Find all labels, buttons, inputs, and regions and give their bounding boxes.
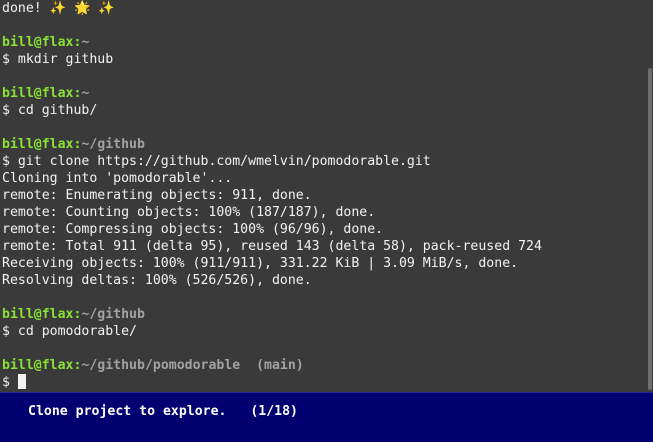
input-prompt-symbol: $ [2,375,18,390]
status-message: Clone project to explore. [28,404,227,419]
output-line: Resolving deltas: 100% (526/526), done. [2,273,312,288]
shell-prompt: bill@flax:~ [2,35,90,50]
tutorial-status-bar: Clone project to explore. (1/18) [0,392,653,442]
command-line: $ git clone https://github.com/wmelvin/p… [2,154,431,169]
prompt-user-host: bill@flax [2,35,74,50]
scrollbar-thumb[interactable] [648,68,652,390]
text-cursor [17,374,26,389]
command-line: $ cd github/ [2,103,98,118]
shell-prompt: bill@flax:~/github [2,137,145,152]
output-line: Receiving objects: 100% (911/911), 331.2… [2,256,519,271]
terminal-scrollbar[interactable] [647,0,653,392]
prompt-path: ~/github [81,307,145,322]
command-input-line[interactable]: $ [2,374,653,391]
prompt-git-branch: (main) [240,358,304,373]
shell-prompt: bill@flax:~/github/pomodorable (main) [2,358,304,373]
prompt-user-host: bill@flax [2,86,74,101]
shell-prompt: bill@flax:~/github [2,307,145,322]
shell-prompt: bill@flax:~ [2,86,90,101]
terminal-output[interactable]: done! ✨ 🌟 ✨ bill@flax:~ $ mkdir github bill… [0,0,653,392]
command-line: $ mkdir github [2,52,114,67]
output-line: remote: Counting objects: 100% (187/187)… [2,205,376,220]
output-line: remote: Total 911 (delta 95), reused 143… [2,239,542,254]
prompt-path: ~ [81,86,90,101]
output-line: remote: Enumerating objects: 911, done. [2,188,312,203]
prompt-user-host: bill@flax [2,358,74,373]
prompt-path: ~/github [81,137,145,152]
prompt-path: ~ [81,35,90,50]
prompt-user-host: bill@flax [2,137,74,152]
output-line: remote: Compressing objects: 100% (96/96… [2,222,384,237]
prompt-path: ~/github/pomodorable [81,358,241,373]
command-line: $ cd pomodorable/ [2,324,137,339]
prompt-user-host: bill@flax [2,307,74,322]
output-line: done! ✨ 🌟 ✨ [2,1,115,16]
output-line: Cloning into 'pomodorable'... [2,171,233,186]
status-progress: (1/18) [250,404,298,419]
